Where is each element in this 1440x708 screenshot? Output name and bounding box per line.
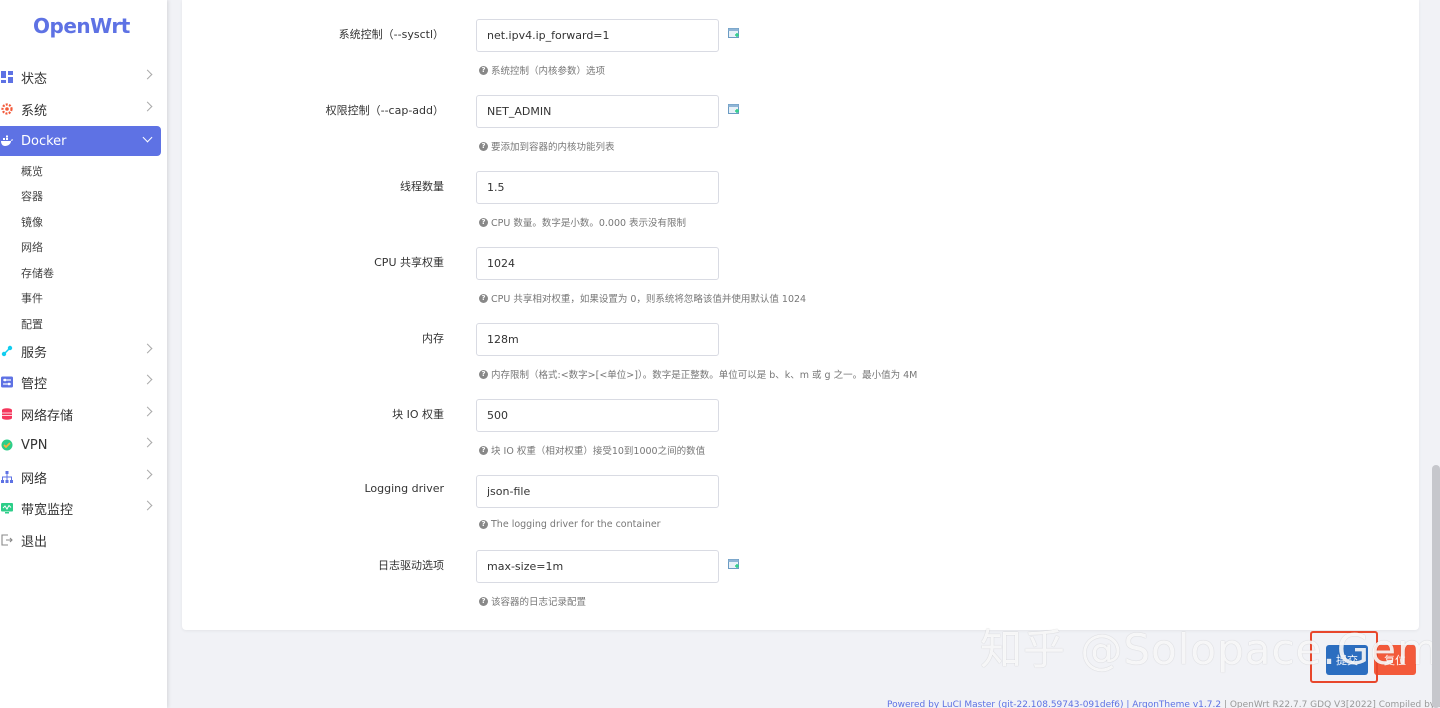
docker-sub-images[interactable]: 镜像 xyxy=(21,214,43,230)
blkio-weight-help: ? 块 IO 权重（相对权重）接受10到1000之间的数值 xyxy=(479,443,705,457)
sidebar-item-label: 管控 xyxy=(21,376,48,392)
help-icon: ? xyxy=(479,520,488,529)
memory-input[interactable] xyxy=(476,323,719,356)
sidebar-item-status[interactable]: 状态 xyxy=(0,62,161,92)
sidebar-item-storage[interactable]: 网络存储 xyxy=(0,399,161,429)
log-opt-help: ? 该容器的日志记录配置 xyxy=(479,594,586,608)
help-icon: ? xyxy=(479,293,488,303)
sysctl-label: 系统控制（--sysctl） xyxy=(338,28,444,41)
add-entry-icon[interactable] xyxy=(728,558,740,570)
scrollbar[interactable] xyxy=(1432,465,1440,708)
sidebar-item-label: VPN xyxy=(21,437,48,453)
sidebar-item-label: 服务 xyxy=(21,345,48,361)
add-entry-icon[interactable] xyxy=(728,27,740,39)
help-icon: ? xyxy=(479,445,488,455)
sidebar-item-docker[interactable]: Docker xyxy=(0,126,161,156)
services-icon xyxy=(1,345,13,357)
memory-help-text: 内存限制（格式:<数字>[<单位>]）。数字是正整数。单位可以是 b、k、m 或… xyxy=(491,370,918,381)
chevron-right-icon xyxy=(142,437,153,448)
brand-logo[interactable]: OpenWrt xyxy=(33,14,130,38)
sidebar-item-bandwidth[interactable]: 带宽监控 xyxy=(0,493,161,523)
sysctl-help: ? 系统控制（内核参数）选项 xyxy=(479,63,605,77)
sidebar-item-vpn[interactable]: VPN xyxy=(0,430,161,460)
log-opt-help-text: 该容器的日志记录配置 xyxy=(491,597,587,608)
sidebar-item-label: 网络存储 xyxy=(21,408,74,424)
logging-driver-input[interactable] xyxy=(476,475,719,508)
docker-sub-networks[interactable]: 网络 xyxy=(21,239,43,255)
cpus-help: ? CPU 数量。数字是小数。0.000 表示没有限制 xyxy=(479,215,686,229)
sysctl-input[interactable] xyxy=(476,19,719,52)
gear-icon xyxy=(1,103,13,115)
chevron-right-icon xyxy=(142,69,153,80)
footer-powered-link[interactable]: Powered by LuCI Master (git-22.108.59743… xyxy=(887,700,1221,708)
sidebar-item-system[interactable]: 系统 xyxy=(0,94,161,124)
docker-sub-overview[interactable]: 概览 xyxy=(21,163,43,179)
help-icon: ? xyxy=(479,65,488,75)
vpn-icon xyxy=(1,439,13,451)
dashboard-icon xyxy=(1,71,13,83)
logout-icon xyxy=(1,534,13,546)
bandwidth-icon xyxy=(1,503,13,514)
docker-sub-events[interactable]: 事件 xyxy=(21,290,43,306)
cpus-input[interactable] xyxy=(476,171,719,204)
docker-sub-volumes[interactable]: 存储卷 xyxy=(21,265,54,281)
cpu-shares-help: ? CPU 共享相对权重，如果设置为 0，则系统将忽略该值并使用默认值 1024 xyxy=(479,291,806,305)
logging-driver-help-text: The logging driver for the container xyxy=(491,519,661,530)
sidebar-item-label: Docker xyxy=(21,133,67,149)
help-icon: ? xyxy=(479,217,488,227)
docker-sub-containers[interactable]: 容器 xyxy=(21,188,43,204)
chevron-right-icon xyxy=(142,406,153,417)
sidebar-item-label: 系统 xyxy=(21,103,48,119)
memory-help: ? 内存限制（格式:<数字>[<单位>]）。数字是正整数。单位可以是 b、k、m … xyxy=(479,367,917,381)
network-icon xyxy=(1,471,13,483)
docker-icon xyxy=(1,135,13,146)
log-opt-label: 日志驱动选项 xyxy=(378,559,444,572)
add-entry-icon[interactable] xyxy=(728,103,740,115)
logging-driver-label: Logging driver xyxy=(364,482,445,495)
docker-sub-config[interactable]: 配置 xyxy=(21,316,43,332)
cpu-shares-help-text: CPU 共享相对权重，如果设置为 0，则系统将忽略该值并使用默认值 1024 xyxy=(491,294,807,305)
chevron-right-icon xyxy=(142,101,153,112)
sidebar-item-network[interactable]: 网络 xyxy=(0,462,161,492)
footer-build-info: | OpenWrt R22.7.7 GDQ V3[2022] Compiled … xyxy=(1221,700,1440,708)
container-form-card: 系统控制（--sysctl） ?系统控制（内核参数）选项 权限控制（--cap-… xyxy=(182,0,1419,630)
cap-add-label: 权限控制（--cap-add） xyxy=(325,104,444,117)
sidebar-item-logout[interactable]: 退出 xyxy=(0,525,161,555)
chevron-right-icon xyxy=(142,343,153,354)
sidebar-item-control[interactable]: 管控 xyxy=(0,367,161,397)
help-icon: ? xyxy=(479,596,488,606)
blkio-weight-input[interactable] xyxy=(476,399,719,432)
cap-add-input[interactable] xyxy=(476,95,719,128)
sidebar-item-label: 带宽监控 xyxy=(21,502,74,518)
blkio-weight-label: 块 IO 权重 xyxy=(392,408,444,421)
sidebar-item-label: 退出 xyxy=(21,534,48,550)
cap-add-help: ? 要添加到容器的内核功能列表 xyxy=(479,139,615,153)
log-opt-input[interactable] xyxy=(476,550,719,583)
footer: Powered by LuCI Master (git-22.108.59743… xyxy=(887,700,1440,708)
sidebar-item-services[interactable]: 服务 xyxy=(0,336,161,366)
help-icon: ? xyxy=(479,369,488,379)
sidebar-item-label: 状态 xyxy=(21,71,48,87)
help-icon: ? xyxy=(479,141,488,151)
watermark: 知乎 @Solopace.Gem xyxy=(980,625,1440,674)
sidebar-item-label: 网络 xyxy=(21,471,48,487)
blkio-weight-help-text: 块 IO 权重（相对权重）接受10到1000之间的数值 xyxy=(491,446,706,457)
sidebar: OpenWrt 状态 系统 Docker 概览 容器 镜像 网络 存储卷 事件 … xyxy=(0,0,167,708)
cap-add-help-text: 要添加到容器的内核功能列表 xyxy=(491,142,615,153)
control-icon xyxy=(1,376,13,388)
chevron-right-icon xyxy=(142,500,153,511)
sysctl-help-text: 系统控制（内核参数）选项 xyxy=(491,66,606,77)
cpus-label: 线程数量 xyxy=(400,180,444,193)
chevron-right-icon xyxy=(142,469,153,480)
storage-icon xyxy=(2,408,12,420)
memory-label: 内存 xyxy=(422,332,444,345)
cpus-help-text: CPU 数量。数字是小数。0.000 表示没有限制 xyxy=(491,218,687,229)
chevron-right-icon xyxy=(142,374,153,385)
cpu-shares-input[interactable] xyxy=(476,247,719,280)
cpu-shares-label: CPU 共享权重 xyxy=(374,256,444,269)
logging-driver-help: ? The logging driver for the container xyxy=(479,519,661,530)
chevron-down-icon xyxy=(142,132,153,143)
